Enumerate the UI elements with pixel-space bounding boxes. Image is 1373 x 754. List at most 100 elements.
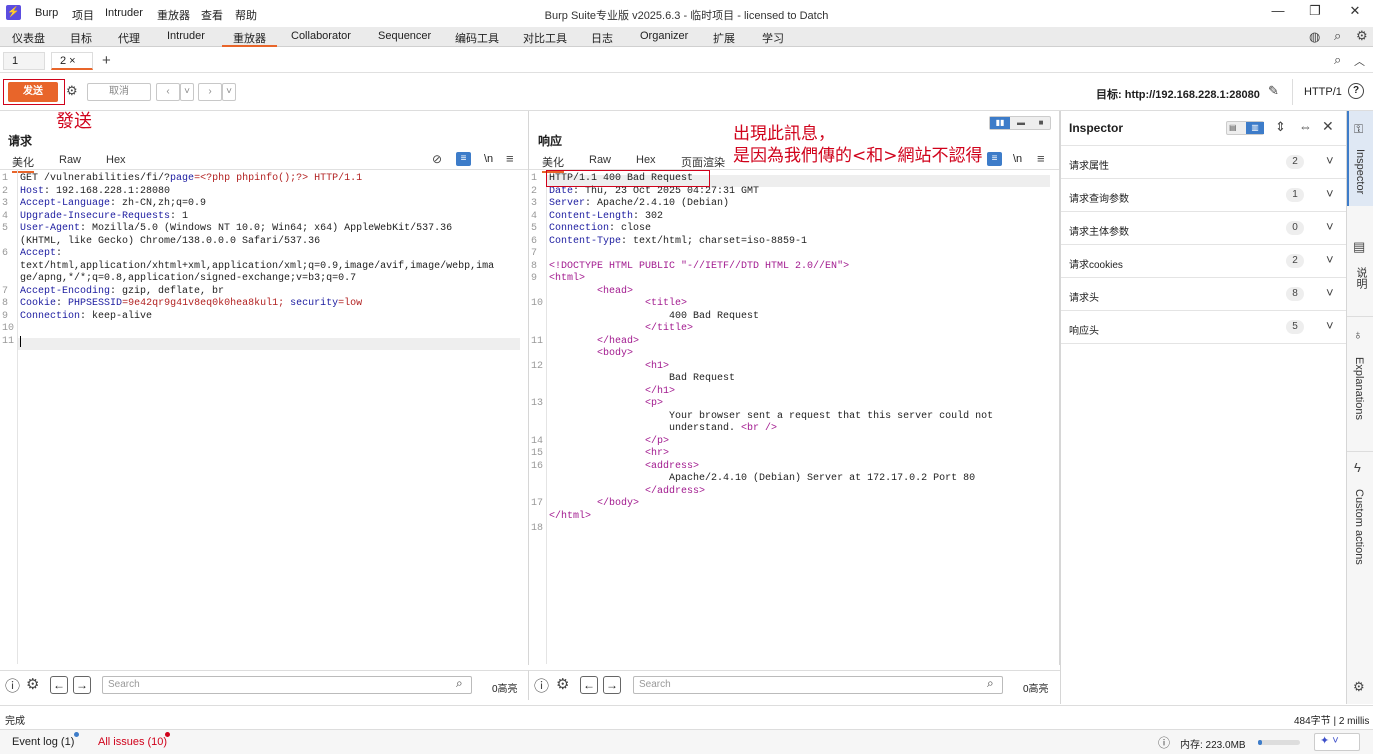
settings-gear-icon[interactable]: ⚙ xyxy=(1356,28,1368,44)
tab-target[interactable]: 目标 xyxy=(70,30,92,46)
response-tab-raw[interactable]: Raw xyxy=(589,154,611,166)
tab-search-icon[interactable]: ⌕ xyxy=(1334,52,1341,68)
response-tab-render[interactable]: 页面渲染 xyxy=(681,154,725,170)
tab-extensions[interactable]: 扩展 xyxy=(713,30,735,46)
side-tab-notes[interactable]: ▤ 说明 xyxy=(1347,231,1373,301)
tab-dashboard[interactable]: 仪表盘 xyxy=(12,30,45,46)
tab-collaborator[interactable]: Collaborator xyxy=(291,30,351,42)
request-editor[interactable]: 1 GET /vulnerabilities/fi/?page=<?php ph… xyxy=(2,173,527,348)
side-tab-explanations[interactable]: ♁ Explanations xyxy=(1347,316,1373,441)
maximize-icon[interactable]: ❐ xyxy=(1300,3,1330,19)
toolbar-divider xyxy=(1292,79,1293,105)
inspector-layout-b-icon[interactable]: ▥ xyxy=(1246,122,1264,134)
side-tab-custom-actions[interactable]: ϟ Custom actions xyxy=(1347,451,1373,601)
tab-decoder[interactable]: 编码工具 xyxy=(455,30,499,46)
forward-arrow-icon[interactable]: › xyxy=(198,83,222,101)
repeater-tab-1[interactable]: 1 xyxy=(3,52,45,70)
request-search-settings-icon[interactable]: ⚙ xyxy=(26,675,39,693)
target-label: 目标: http://192.168.228.1:28080 xyxy=(1096,89,1260,101)
inspector-section-row[interactable]: 请求头 8 ˅ xyxy=(1061,278,1346,311)
request-help-icon[interactable]: ⓘ xyxy=(5,675,20,696)
expand-all-icon[interactable]: ⇕ xyxy=(1275,119,1286,135)
search-icon[interactable]: ⌕ xyxy=(1334,28,1341,44)
tab-logger[interactable]: 日志 xyxy=(591,30,613,46)
hide-eye-icon[interactable]: ⊘ xyxy=(432,152,442,166)
inspector-section-row[interactable]: 请求主体参数 0 ˅ xyxy=(1061,212,1346,245)
globe-icon[interactable]: ◍ xyxy=(1309,29,1320,45)
collapse-icon[interactable]: ︿ xyxy=(1354,53,1365,69)
request-tab-hex[interactable]: Hex xyxy=(106,154,126,166)
http-version-selector[interactable]: HTTP/1 xyxy=(1304,86,1342,98)
chevron-down-icon[interactable]: ˅ xyxy=(1326,252,1334,267)
tab-intruder[interactable]: Intruder xyxy=(167,30,205,42)
response-next-match-icon[interactable]: → xyxy=(603,676,621,694)
response-search-settings-icon[interactable]: ⚙ xyxy=(556,675,569,693)
newline-icon[interactable]: \n xyxy=(484,153,493,165)
request-search-input[interactable]: Search xyxy=(102,676,472,694)
tab-learn[interactable]: 学习 xyxy=(762,30,784,46)
response-tab-hex[interactable]: Hex xyxy=(636,154,656,166)
chevron-down-icon[interactable]: ˅ xyxy=(1326,318,1334,333)
request-tab-pretty[interactable]: 美化 xyxy=(12,154,34,173)
response-help-icon[interactable]: ⓘ xyxy=(534,675,549,696)
side-settings-gear-icon[interactable]: ⚙ xyxy=(1353,679,1365,695)
back-arrow-icon[interactable]: ‹ xyxy=(156,83,180,101)
back-dropdown-icon[interactable]: ˅ xyxy=(180,83,194,101)
wrap-lines-icon[interactable]: ≡ xyxy=(456,152,471,166)
side-tab-bar: ⚿ Inspector ▤ 说明 ♁ Explanations ϟ Custom… xyxy=(1346,111,1373,704)
layout-toggle[interactable]: ▮▮ ▬ ■ xyxy=(989,116,1051,130)
request-next-match-icon[interactable]: → xyxy=(73,676,91,694)
window-title: Burp Suite专业版 v2025.6.3 - 临时项目 - license… xyxy=(544,10,829,22)
request-line: 4 Upgrade-Insecure-Requests: 1 xyxy=(2,211,527,224)
close-window-icon[interactable]: ✕ xyxy=(1340,3,1370,19)
line-number: 12 xyxy=(531,360,550,372)
response-title: 响应 xyxy=(538,134,563,148)
layout-horizontal-icon[interactable]: ▬ xyxy=(1012,117,1030,129)
response-search-input[interactable]: Search xyxy=(633,676,1003,694)
inspector-section-row[interactable]: 请求查询参数 1 ˅ xyxy=(1061,179,1346,212)
help-icon[interactable]: ? xyxy=(1348,83,1364,99)
minimize-icon[interactable]: — xyxy=(1263,3,1293,18)
all-issues-link[interactable]: All issues (10) xyxy=(98,736,167,748)
add-tab-icon[interactable]: + xyxy=(102,52,111,69)
tab-comparer[interactable]: 对比工具 xyxy=(523,30,567,46)
request-tab-raw[interactable]: Raw xyxy=(59,154,81,166)
tab-sequencer[interactable]: Sequencer xyxy=(378,30,431,42)
inspector-section-row[interactable]: 请求cookies 2 ˅ xyxy=(1061,245,1346,278)
request-line: 9 Connection: keep-alive xyxy=(2,311,527,324)
layout-split-icon[interactable]: ▮▮ xyxy=(990,117,1010,129)
edit-target-pencil-icon[interactable]: ✎ xyxy=(1268,83,1279,99)
inspector-close-icon[interactable]: ✕ xyxy=(1322,118,1334,135)
response-prev-match-icon[interactable]: ← xyxy=(580,676,598,694)
tab-organizer[interactable]: Organizer xyxy=(640,30,688,42)
header-value: : Mozilla/5.0 (Windows NT 10.0; Win64; x… xyxy=(80,223,453,234)
chevron-down-icon[interactable]: ˅ xyxy=(1326,153,1334,168)
repeater-tab-2[interactable]: 2 × xyxy=(51,52,93,70)
response-wrap-lines-icon[interactable]: ≡ xyxy=(987,152,1002,166)
tab-proxy[interactable]: 代理 xyxy=(118,30,140,46)
forward-dropdown-icon[interactable]: ˅ xyxy=(222,83,236,101)
menu-icon[interactable]: ≡ xyxy=(506,151,514,166)
chevron-down-icon[interactable]: ˅ xyxy=(1326,186,1334,201)
inspector-layout-toggle[interactable]: ▤ ▥ xyxy=(1226,121,1264,135)
chevron-down-icon[interactable]: ˅ xyxy=(1326,285,1334,300)
memory-info-icon[interactable]: ⓘ xyxy=(1158,734,1170,751)
chevron-down-icon[interactable]: ˅ xyxy=(1326,219,1334,234)
request-prev-match-icon[interactable]: ← xyxy=(50,676,68,694)
tab-repeater[interactable]: 重放器 xyxy=(222,27,277,47)
line-number xyxy=(531,411,549,422)
inspector-title: Inspector xyxy=(1069,121,1124,135)
response-menu-icon[interactable]: ≡ xyxy=(1037,151,1045,166)
inspector-section-row[interactable]: 请求属性 2 ˅ xyxy=(1061,146,1346,179)
event-log-link[interactable]: Event log (1) xyxy=(12,736,74,748)
response-newline-icon[interactable]: \n xyxy=(1013,153,1022,165)
layout-single-icon[interactable]: ■ xyxy=(1032,117,1050,129)
collapse-all-icon[interactable]: ⇔ xyxy=(1299,119,1312,134)
side-tab-inspector[interactable]: ⚿ Inspector xyxy=(1347,111,1373,206)
response-editor[interactable]: 1 HTTP/1.1 400 Bad Request 2 Date: Thu, 2… xyxy=(531,173,1056,536)
inspector-layout-a-icon[interactable]: ▤ xyxy=(1229,123,1237,132)
send-settings-gear-icon[interactable]: ⚙ xyxy=(66,83,78,99)
ai-assistant-button[interactable]: ✦ ˅ xyxy=(1314,733,1360,751)
inspector-section-row[interactable]: 响应头 5 ˅ xyxy=(1061,311,1346,344)
cancel-button[interactable]: 取消 xyxy=(87,83,151,101)
